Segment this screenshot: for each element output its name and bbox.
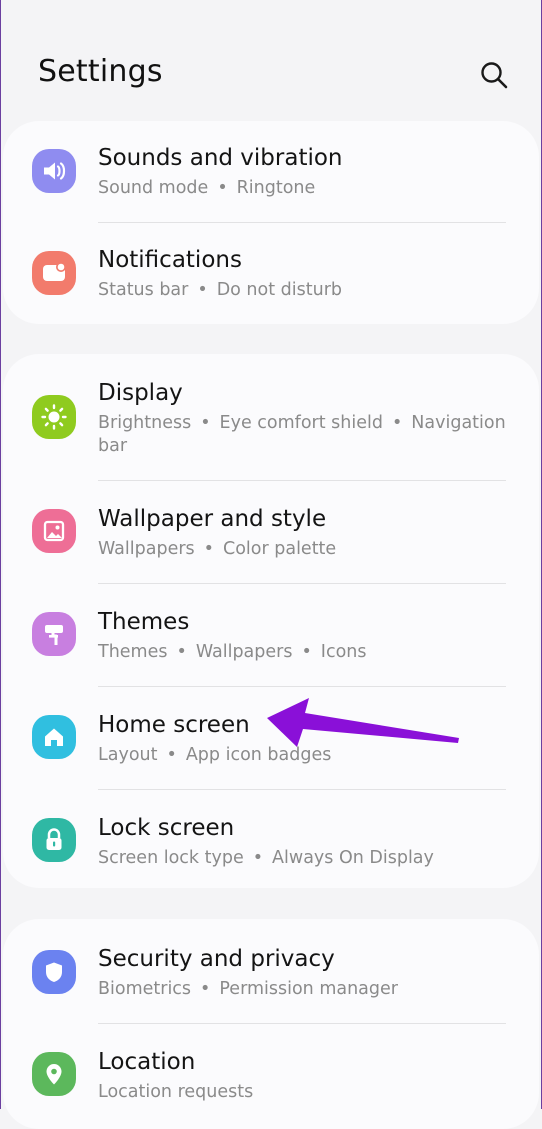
settings-group-2: Display Brightness • Eye comfort shield • Na… [3, 354, 539, 888]
search-icon[interactable] [477, 58, 511, 92]
item-subtitle: Location requests [98, 1082, 254, 1102]
item-title: Home screen [98, 712, 250, 738]
volume-icon [32, 149, 76, 193]
lock-icon [32, 818, 76, 862]
settings-item-themes[interactable]: Themes Themes • Wallpapers • Icons [3, 584, 539, 684]
item-title: Lock screen [98, 815, 235, 841]
item-title: Notifications [98, 247, 242, 273]
home-icon [32, 715, 76, 759]
settings-item-lock-screen[interactable]: Lock screen Screen lock type • Always On D… [3, 790, 539, 890]
settings-group-3: Security and privacy Biometrics • Permissi… [3, 919, 539, 1129]
sun-icon [32, 395, 76, 439]
notification-icon [32, 251, 76, 295]
item-subtitle: Sound mode • Ringtone [98, 178, 316, 198]
settings-group-1: Sounds and vibration Sound mode • Ringtone… [3, 121, 539, 324]
item-subtitle: Wallpapers • Color palette [98, 539, 337, 559]
item-title: Wallpaper and style [98, 506, 327, 532]
settings-item-notifications[interactable]: Notifications Status bar • Do not disturb [3, 223, 539, 323]
item-subtitle: Biometrics • Permission manager [98, 979, 398, 999]
item-title: Sounds and vibration [98, 145, 343, 171]
location-pin-icon [32, 1052, 76, 1096]
page-title: Settings [38, 54, 163, 89]
item-subtitle: Status bar • Do not disturb [98, 280, 342, 300]
settings-item-wallpaper-and-style[interactable]: Wallpaper and style Wallpapers • Color pal… [3, 481, 539, 581]
settings-item-display[interactable]: Display Brightness • Eye comfort shield • Na… [3, 354, 539, 480]
settings-item-location[interactable]: Location Location requests [3, 1024, 539, 1124]
annotation-arrow [267, 698, 459, 747]
settings-item-sounds-and-vibration[interactable]: Sounds and vibration Sound mode • Ringtone [3, 121, 539, 221]
item-subtitle: Screen lock type • Always On Display [98, 848, 434, 868]
item-title: Themes [98, 609, 190, 635]
paint-roller-icon [32, 612, 76, 656]
item-subtitle: Brightness • Eye comfort shield • Navigation… [98, 413, 506, 456]
settings-item-security-and-privacy[interactable]: Security and privacy Biometrics • Permissi… [3, 919, 539, 1019]
item-title: Security and privacy [98, 946, 335, 972]
item-title: Display [98, 380, 183, 406]
item-title: Location [98, 1049, 196, 1075]
top-bar: Settings [1, 0, 541, 120]
shield-icon [32, 950, 76, 994]
item-subtitle: Themes • Wallpapers • Icons [98, 642, 367, 662]
image-icon [32, 509, 76, 553]
